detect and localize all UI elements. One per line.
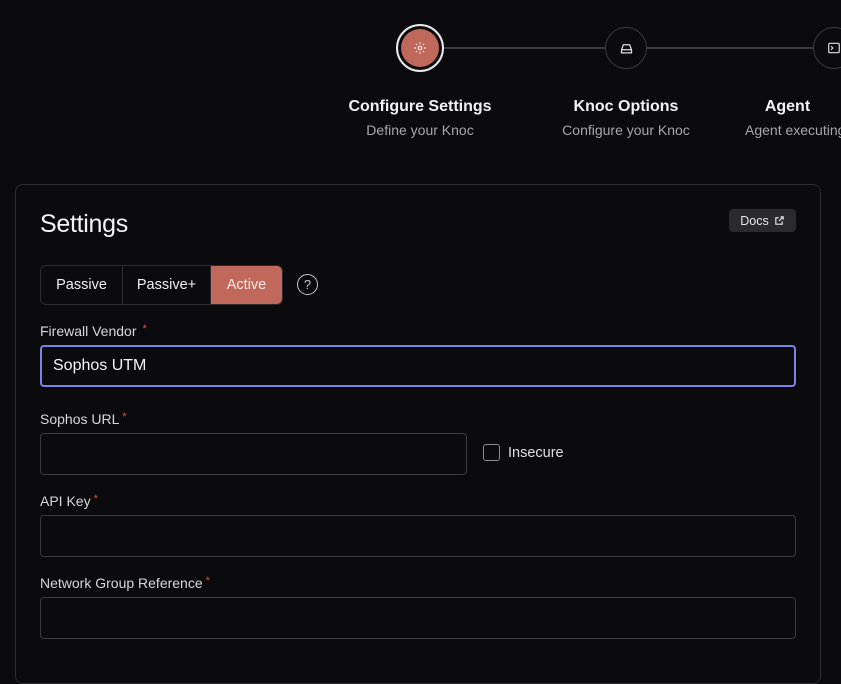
insecure-checkbox[interactable]	[483, 444, 500, 461]
firewall-vendor-select[interactable]: Sophos UTM	[40, 345, 796, 387]
settings-card: Settings Docs Passive Passive+ Active ? …	[15, 184, 821, 684]
step-2-subtitle: Configure your Knoc	[562, 122, 690, 138]
step-1-subtitle: Define your Knoc	[366, 122, 474, 138]
step-1-indicator[interactable]	[396, 24, 444, 72]
sophos-url-input[interactable]	[40, 433, 467, 475]
mode-selector: Passive Passive+ Active	[40, 265, 283, 305]
help-icon[interactable]: ?	[297, 274, 318, 295]
sophos-url-label-text: Sophos URL	[40, 411, 120, 427]
sophos-url-label: Sophos URL *	[40, 411, 127, 427]
firewall-vendor-label: Firewall Vendor *	[40, 323, 147, 339]
step-connector	[646, 47, 816, 49]
required-marker: *	[122, 411, 127, 423]
firewall-vendor-label-text: Firewall Vendor	[40, 323, 137, 339]
network-group-reference-input[interactable]	[40, 597, 796, 639]
required-marker: *	[142, 323, 147, 335]
mode-active-button[interactable]: Active	[211, 266, 282, 304]
api-key-label: API Key *	[40, 493, 98, 509]
step-2-title: Knoc Options	[573, 98, 679, 115]
insecure-label: Insecure	[508, 444, 564, 461]
api-key-label-text: API Key	[40, 493, 91, 509]
step-connector	[443, 47, 606, 49]
api-key-input[interactable]	[40, 515, 796, 557]
step-1-title: Configure Settings	[348, 98, 492, 115]
firewall-vendor-value: Sophos UTM	[53, 357, 147, 374]
drive-icon	[620, 43, 632, 53]
step-3-subtitle: Agent executing	[745, 122, 841, 138]
step-3-indicator[interactable]	[813, 27, 841, 69]
external-link-icon	[774, 216, 784, 225]
step-3-title: Agent	[764, 98, 811, 115]
docs-label: Docs	[740, 213, 769, 228]
mode-passive-plus-button[interactable]: Passive+	[123, 266, 211, 304]
network-group-reference-label: Network Group Reference *	[40, 575, 210, 591]
insecure-option[interactable]: Insecure	[483, 444, 564, 461]
required-marker: *	[205, 575, 210, 587]
stepper: Configure Settings Define your Knoc Knoc…	[0, 0, 841, 160]
docs-button[interactable]: Docs	[729, 209, 796, 232]
terminal-icon	[828, 42, 840, 54]
settings-title: Settings	[40, 210, 128, 238]
step-2-indicator[interactable]	[605, 27, 647, 69]
network-group-reference-label-text: Network Group Reference	[40, 575, 203, 591]
mode-passive-button[interactable]: Passive	[41, 266, 123, 304]
gear-icon	[414, 42, 426, 54]
required-marker: *	[93, 493, 98, 505]
